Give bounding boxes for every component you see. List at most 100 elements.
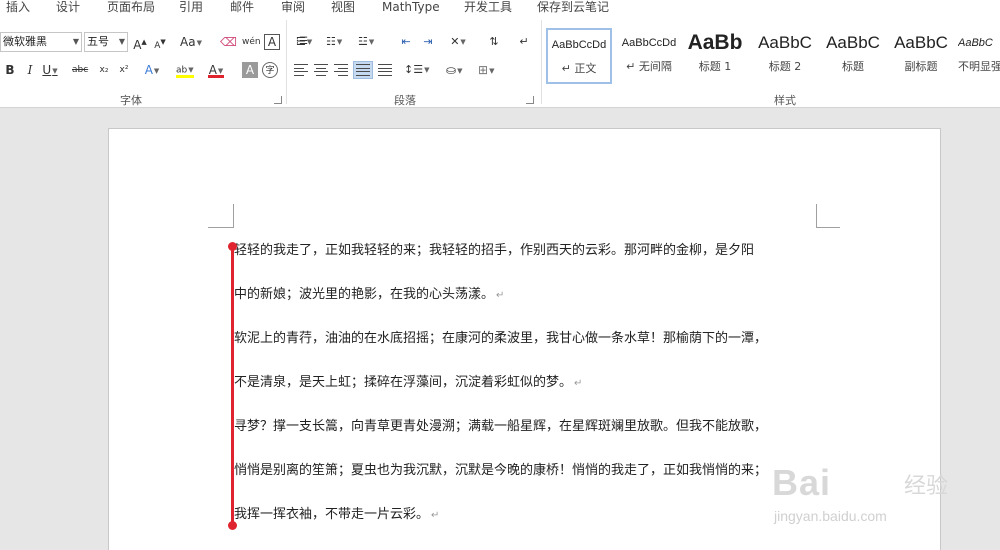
document-line[interactable]: 轻轻的我走了，正如我轻轻的来；我轻轻的招手，作别西天的云彩。那河畔的金柳，是夕阳	[234, 243, 754, 259]
style-sample: AaBbC	[826, 33, 880, 52]
style-name: 标题 1	[698, 60, 732, 73]
sort-button[interactable]: ⇅	[486, 32, 502, 52]
style-heading-1[interactable]: AaBb 标题 1	[684, 28, 746, 84]
numbering-button[interactable]: ☷▼	[326, 32, 342, 52]
style-normal[interactable]: AaBbCcDd ↵ 正文	[546, 28, 612, 84]
character-border-icon: A	[267, 35, 277, 49]
paragraph-mark-icon: ↵	[519, 35, 529, 48]
group-separator	[286, 20, 287, 104]
style-no-spacing[interactable]: AaBbCcDd ↵ 无间隔	[616, 28, 682, 84]
paragraph-mark-icon: ↵	[431, 510, 440, 521]
paragraph-mark-icon: ↵	[574, 378, 583, 389]
chevron-down-icon: ▼	[72, 37, 79, 46]
document-line[interactable]: 寻梦？撑一支长篙，向青草更青处漫溯；满载一船星辉，在星辉斑斓里放歌。但我不能放歌…	[234, 419, 767, 435]
distributed-button[interactable]	[378, 64, 392, 76]
enclose-characters-button[interactable]: 字	[262, 62, 278, 78]
character-shading-icon: A	[245, 63, 255, 77]
style-subtle-emphasis[interactable]: AaBbC 不明显强	[958, 28, 1000, 84]
tab-save-to-cloud-note[interactable]: 保存到云笔记	[537, 0, 609, 16]
multilevel-list-button[interactable]: ☳▼	[358, 32, 374, 52]
document-line[interactable]: 软泥上的青荇，油油的在水底招摇；在康河的柔波里，我甘心做一条水草！那榆荫下的一潭…	[234, 331, 767, 347]
underline-icon: U	[42, 63, 52, 77]
crop-mark-top-left	[208, 204, 234, 228]
justify-button[interactable]	[353, 61, 373, 79]
style-sample: AaBbC	[758, 33, 812, 52]
tab-review[interactable]: 审阅	[281, 0, 305, 16]
font-name-combo[interactable]: 微软雅黑 ▼	[0, 32, 82, 52]
group-separator	[541, 20, 542, 104]
tab-mailings[interactable]: 邮件	[230, 0, 254, 16]
line-text: 不是清泉，是天上虹；揉碎在浮藻间，沉淀着彩虹似的梦。	[234, 375, 573, 390]
align-right-button[interactable]	[334, 64, 348, 76]
tab-page-layout[interactable]: 页面布局	[107, 0, 155, 16]
tab-references[interactable]: 引用	[179, 0, 203, 16]
borders-button[interactable]: ⊞▼	[478, 60, 494, 80]
tab-design[interactable]: 设计	[56, 0, 80, 16]
style-name: 副标题	[904, 60, 938, 73]
line-text: 软泥上的青荇，油油的在水底招摇；在康河的柔波里，我甘心做一条水草！那榆荫下的一潭…	[234, 331, 768, 346]
bullets-list-button[interactable]: ☰▼	[296, 32, 312, 52]
document-line[interactable]: 中的新娘；波光里的艳影，在我的心头荡漾。 ↵	[234, 287, 504, 304]
style-sample: AaBbC	[894, 33, 948, 52]
document-line[interactable]: 我挥一挥衣袖，不带走一片云彩。 ↵	[234, 507, 439, 524]
style-sample: AaBbC	[958, 37, 993, 49]
highlight-button[interactable]: ab▼	[176, 60, 194, 78]
shading-button[interactable]: ⛀▼	[446, 60, 462, 80]
italic-button[interactable]: I	[22, 60, 38, 80]
line-spacing-button[interactable]: ↕☰▼	[404, 60, 429, 80]
tab-insert[interactable]: 插入	[6, 0, 30, 16]
font-color-button[interactable]: A▼	[208, 60, 224, 78]
document-line[interactable]: 不是清泉，是天上虹；揉碎在浮藻间，沉淀着彩虹似的梦。 ↵	[234, 375, 582, 392]
crop-mark-top-right	[816, 204, 840, 228]
borders-icon: ⊞	[478, 63, 489, 77]
align-center-button[interactable]	[314, 64, 328, 76]
line-text: 悄悄是别离的笙箫；夏虫也为我沉默，沉默是今晚的康桥！悄悄的我走了，正如我悄悄的来…	[234, 463, 768, 478]
highlighter-icon: ab	[176, 65, 188, 76]
change-case-button[interactable]: Aa▼	[180, 32, 202, 52]
style-name: 标题 2	[768, 60, 802, 73]
font-dialog-launcher[interactable]	[274, 96, 282, 104]
character-shading-button[interactable]: A	[242, 62, 258, 78]
show-marks-button[interactable]: ↵	[516, 32, 532, 52]
style-name: ↵ 正文	[561, 62, 597, 75]
line-spacing-icon: ↕☰	[404, 63, 424, 76]
paragraph-mark-icon: ↵	[496, 290, 505, 301]
font-name-value: 微软雅黑	[3, 35, 47, 48]
line-text: 寻梦？撑一支长篙，向青草更青处漫溯；满载一船星辉，在星辉斑斓里放歌。但我不能放歌…	[234, 419, 768, 434]
style-title[interactable]: AaBbC 标题	[820, 28, 886, 84]
shrink-font-button[interactable]: A▼	[152, 32, 168, 52]
subscript-button[interactable]: x₂	[96, 60, 112, 80]
style-subtitle[interactable]: AaBbC 副标题	[888, 28, 954, 84]
style-heading-2[interactable]: AaBbC 标题 2	[752, 28, 818, 84]
style-sample: AaBbCcDd	[551, 39, 607, 51]
grow-font-button[interactable]: A▲	[132, 32, 148, 52]
chinese-layout-icon: ✕	[450, 35, 460, 48]
chinese-layout-button[interactable]: ✕▼	[450, 32, 466, 52]
superscript-button[interactable]: x²	[116, 60, 132, 80]
align-left-button[interactable]	[294, 64, 308, 76]
ribbon-tab-bar: 插入 设计 页面布局 引用 邮件 审阅 视图 MathType 开发工具 保存到…	[0, 0, 1000, 16]
watermark-brand-cn: 经验	[904, 474, 949, 499]
paragraph-dialog-launcher[interactable]	[526, 96, 534, 104]
font-group-label: 字体	[120, 94, 142, 107]
text-effects-icon: A	[144, 63, 153, 77]
numbering-icon: ☷	[326, 35, 336, 48]
bold-button[interactable]: B	[2, 60, 18, 80]
tab-view[interactable]: 视图	[331, 0, 355, 16]
text-effects-button[interactable]: A▼	[144, 60, 160, 80]
clear-formatting-button[interactable]: ⌫	[220, 32, 237, 52]
increase-indent-button[interactable]: ⇥	[420, 32, 436, 52]
underline-button[interactable]: U▼	[42, 60, 58, 80]
decrease-indent-button[interactable]: ⇤	[398, 32, 414, 52]
watermark-brand: Bai	[772, 462, 832, 503]
font-size-value: 五号	[87, 35, 109, 48]
document-line[interactable]: 悄悄是别离的笙箫；夏虫也为我沉默，沉默是今晚的康桥！悄悄的我走了，正如我悄悄的来…	[234, 463, 767, 479]
character-border-button[interactable]: A	[264, 34, 280, 50]
line-text: 中的新娘；波光里的艳影，在我的心头荡漾。	[234, 287, 495, 302]
paint-bucket-icon: ⛀	[446, 63, 457, 77]
font-size-combo[interactable]: 五号 ▼	[84, 32, 128, 52]
tab-mathtype[interactable]: MathType	[382, 0, 440, 16]
tab-developer[interactable]: 开发工具	[464, 0, 512, 16]
strikethrough-button[interactable]: abc	[72, 60, 88, 80]
phonetic-guide-button[interactable]: wén	[242, 32, 261, 52]
